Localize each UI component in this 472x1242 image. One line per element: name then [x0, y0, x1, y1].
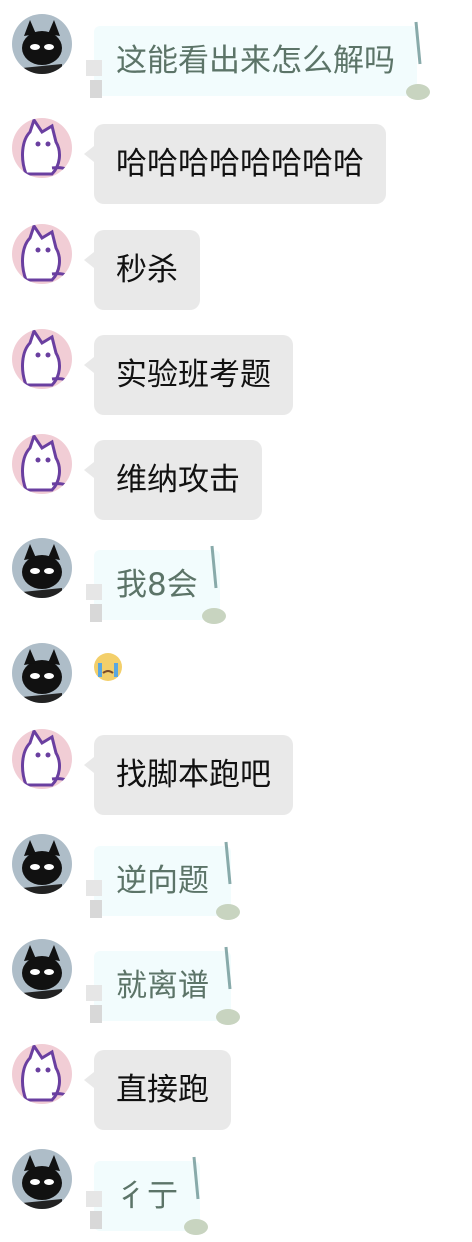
- black-cat-avatar[interactable]: [12, 1149, 72, 1209]
- message-bubble[interactable]: 这能看出来怎么解吗: [94, 26, 417, 96]
- black-cat-avatar[interactable]: [12, 939, 72, 999]
- black-cat-avatar[interactable]: [12, 643, 72, 703]
- message-bubble[interactable]: 我8会: [94, 550, 220, 620]
- black-cat-avatar[interactable]: [12, 834, 72, 894]
- crying-emoji-sticker-icon[interactable]: [92, 651, 124, 683]
- message-row: 彳亍: [0, 1149, 472, 1242]
- message-bubble[interactable]: 找脚本跑吧: [84, 735, 293, 815]
- black-cat-avatar[interactable]: [12, 14, 72, 74]
- purple-cat-avatar[interactable]: [12, 224, 72, 284]
- message-bubble[interactable]: 实验班考题: [84, 335, 293, 415]
- purple-cat-avatar[interactable]: [12, 1044, 72, 1104]
- message-row: 哈哈哈哈哈哈哈哈: [0, 118, 472, 214]
- message-row: 秒杀: [0, 224, 472, 320]
- message-bubble[interactable]: 哈哈哈哈哈哈哈哈: [84, 124, 386, 204]
- message-row: 找脚本跑吧: [0, 729, 472, 825]
- message-row: 这能看出来怎么解吗: [0, 14, 472, 110]
- message-row: 就离谱: [0, 939, 472, 1035]
- message-bubble[interactable]: 彳亍: [94, 1161, 200, 1231]
- message-bubble[interactable]: 逆向题: [94, 846, 231, 916]
- message-row: 维纳攻击: [0, 434, 472, 530]
- purple-cat-avatar[interactable]: [12, 434, 72, 494]
- message-row: 我8会: [0, 538, 472, 634]
- message-row: 直接跑: [0, 1044, 472, 1140]
- purple-cat-avatar[interactable]: [12, 118, 72, 178]
- purple-cat-avatar[interactable]: [12, 729, 72, 789]
- message-row: [0, 643, 472, 723]
- message-bubble[interactable]: 直接跑: [84, 1050, 231, 1130]
- message-bubble[interactable]: 维纳攻击: [84, 440, 262, 520]
- message-bubble[interactable]: 就离谱: [94, 951, 231, 1021]
- black-cat-avatar[interactable]: [12, 538, 72, 598]
- purple-cat-avatar[interactable]: [12, 329, 72, 389]
- message-row: 实验班考题: [0, 329, 472, 425]
- message-row: 逆向题: [0, 834, 472, 930]
- message-bubble[interactable]: 秒杀: [84, 230, 200, 310]
